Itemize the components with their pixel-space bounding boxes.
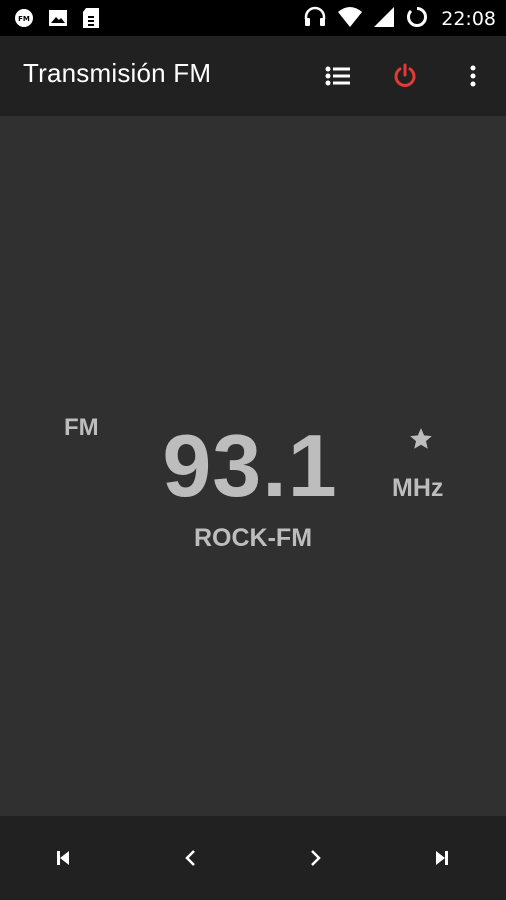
notification-icons: FM xyxy=(14,7,100,33)
favorite-button[interactable] xyxy=(406,424,436,454)
station-list-button[interactable] xyxy=(320,58,356,94)
signal-icon xyxy=(373,6,395,32)
frequency-unit: MHz xyxy=(392,474,444,502)
app-bar: Transmisión FM xyxy=(0,36,506,116)
chevron-left-icon xyxy=(185,850,195,866)
system-icons: 22:08 xyxy=(303,5,496,33)
battery-charging-icon xyxy=(405,5,429,33)
next-station-button[interactable] xyxy=(422,840,462,876)
status-time: 22:08 xyxy=(441,8,496,30)
skip-previous-icon xyxy=(57,851,69,865)
svg-text:FM: FM xyxy=(18,15,30,23)
tuner-display: FM 93.1 MHz ROCK-FM xyxy=(0,116,506,816)
power-button[interactable] xyxy=(387,58,423,94)
fm-radio-icon: FM xyxy=(14,8,34,32)
seek-down-button[interactable] xyxy=(170,840,210,876)
chevron-right-icon xyxy=(311,850,321,866)
app-title: Transmisión FM xyxy=(23,58,212,88)
sim-icon xyxy=(82,7,100,33)
station-list-icon xyxy=(325,66,350,86)
previous-station-button[interactable] xyxy=(43,840,83,876)
more-options-button[interactable] xyxy=(455,58,491,94)
power-icon xyxy=(394,63,416,87)
frequency-display: 93.1 xyxy=(162,416,338,515)
image-icon xyxy=(48,8,68,32)
wifi-icon xyxy=(337,6,363,32)
headset-icon xyxy=(303,5,327,33)
seek-up-button[interactable] xyxy=(296,840,336,876)
status-bar: FM 22:08 xyxy=(0,0,506,36)
skip-next-icon xyxy=(436,851,448,865)
band-label: FM xyxy=(64,414,99,441)
playback-controls xyxy=(0,816,506,900)
more-vert-icon xyxy=(470,65,476,87)
star-icon xyxy=(410,428,432,449)
station-name: ROCK-FM xyxy=(193,524,313,552)
fm-radio-screen: FM 22:08 Transmisión FM FM 93.1 MHz ROCK… xyxy=(0,0,506,900)
